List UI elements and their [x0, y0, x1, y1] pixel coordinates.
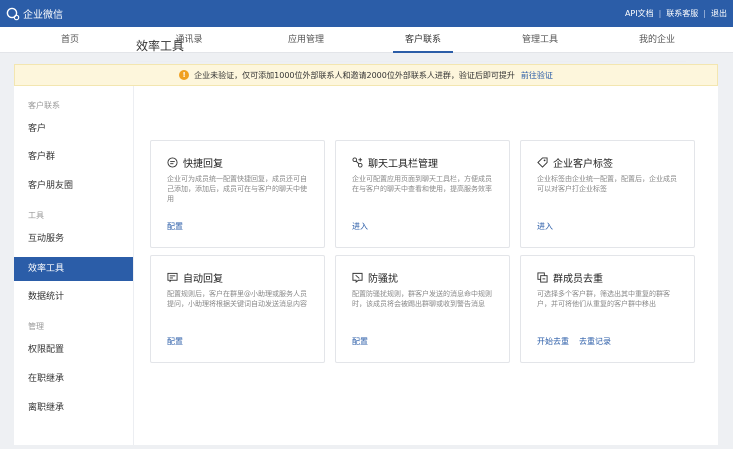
enter-link[interactable]: 进入	[352, 221, 368, 232]
warning-icon: !	[179, 70, 190, 80]
dedup-history-link[interactable]: 去重记录	[579, 336, 611, 347]
auto-reply-icon	[167, 272, 178, 283]
contact-support-link[interactable]: 联系客服	[666, 8, 698, 19]
card-description: 企业可配置应用页面到聊天工具栏，方便成员在与客户的聊天中查看和使用，提高服务效率	[352, 175, 492, 193]
anti-harass-icon	[352, 272, 363, 283]
card-quick-reply: 快捷回复 企业可为成员统一配置快捷回复，成员还可自己添加，添加后，成员可在与客户…	[150, 140, 325, 248]
card-title: 企业客户标签	[553, 159, 613, 170]
card-anti-harassment: 防骚扰 配置防骚扰规则，群客户发送的消息命中规则时，该成员将会被踢出群聊或收到警…	[335, 255, 510, 363]
card-title: 自动回复	[183, 274, 223, 285]
configure-link[interactable]: 配置	[167, 336, 183, 347]
quick-reply-icon	[167, 157, 178, 168]
card-chat-toolbar: 聊天工具栏管理 企业可配置应用页面到聊天工具栏，方便成员在与客户的聊天中查看和使…	[335, 140, 510, 248]
card-description: 可选择多个客户群，筛选出其中重复的群客户，并可将他们从重复的客户群中移出	[537, 290, 670, 308]
card-title: 防骚扰	[368, 274, 398, 285]
logout-link[interactable]: 退出	[711, 8, 727, 19]
nav-customer-contact[interactable]: 客户联系	[378, 27, 468, 53]
wework-logo-icon	[6, 7, 20, 21]
app-title: 企业微信	[23, 10, 63, 21]
verification-notice: ! 企业未验证，仅可添加1000位外部联系人和邀请2000位外部联系人进群，验证…	[14, 64, 718, 86]
nav-app-management[interactable]: 应用管理	[261, 27, 351, 53]
sidebar-group-title: 客户联系	[28, 101, 60, 110]
start-dedup-link[interactable]: 开始去重	[537, 336, 569, 347]
sidebar-item-interactive-service[interactable]: 互动服务	[14, 227, 133, 251]
top-bar: 企业微信 API文档 | 联系客服 | 退出	[0, 0, 733, 27]
enter-link[interactable]: 进入	[537, 221, 553, 232]
card-description: 企业可为成员统一配置快捷回复，成员还可自己添加，添加后，成员可在与客户的聊天中使…	[167, 175, 307, 203]
dedup-icon	[537, 272, 548, 283]
configure-link[interactable]: 配置	[167, 221, 183, 232]
sidebar-item-customer-groups[interactable]: 客户群	[14, 145, 133, 169]
page-title: 效率工具	[136, 39, 185, 53]
card-title: 快捷回复	[183, 159, 223, 170]
card-description: 企业标签由企业统一配置，配置后，企业成员可以对客户打企业标签	[537, 175, 677, 193]
notice-text: 企业未验证，仅可添加1000位外部联系人和邀请2000位外部联系人进群，验证后即…	[194, 70, 515, 80]
card-description: 配置规则后，客户在群里@小助理或服务人员提问，小助理将根据关键词自动发送消息内容	[167, 290, 307, 308]
card-title: 群成员去重	[553, 274, 603, 285]
divider: |	[703, 9, 706, 18]
configure-link[interactable]: 配置	[352, 336, 368, 347]
card-description: 配置防骚扰规则，群客户发送的消息命中规则时，该成员将会被踢出群聊或收到警告消息	[352, 290, 492, 308]
card-group-dedup: 群成员去重 可选择多个客户群，筛选出其中重复的群客户，并可将他们从重复的客户群中…	[520, 255, 695, 363]
sidebar-group-title: 管理	[28, 322, 44, 331]
sidebar-group-title: 工具	[28, 211, 44, 220]
go-verify-link[interactable]: 前往验证	[521, 70, 553, 81]
sidebar-item-permissions[interactable]: 权限配置	[14, 338, 133, 362]
sidebar-item-active-inheritance[interactable]: 在职继承	[14, 367, 133, 391]
sidebar-item-customers[interactable]: 客户	[14, 117, 133, 141]
divider: |	[658, 9, 662, 18]
sidebar-item-data-stats[interactable]: 数据统计	[14, 285, 133, 309]
nav-management-tools[interactable]: 管理工具	[495, 27, 585, 53]
api-docs-link[interactable]: API文档	[625, 8, 654, 19]
card-customer-tags: 企业客户标签 企业标签由企业统一配置，配置后，企业成员可以对客户打企业标签 进入	[520, 140, 695, 248]
sidebar-item-customer-moments[interactable]: 客户朋友圈	[14, 174, 133, 198]
main-nav: 首页 通讯录 应用管理 客户联系 管理工具 我的企业	[0, 27, 733, 53]
sidebar-item-departed-inheritance[interactable]: 离职继承	[14, 396, 133, 420]
card-auto-reply: 自动回复 配置规则后，客户在群里@小助理或服务人员提问，小助理将根据关键词自动发…	[150, 255, 325, 363]
sidebar: 客户联系 客户 客户群 客户朋友圈 工具 互动服务 效率工具 数据统计 管理 权…	[14, 86, 134, 445]
chat-toolbar-icon	[352, 157, 363, 168]
nav-home[interactable]: 首页	[25, 27, 115, 53]
title-divider	[136, 61, 686, 62]
top-links: API文档 | 联系客服 | 退出	[625, 8, 727, 19]
tag-icon	[537, 157, 548, 168]
nav-my-company[interactable]: 我的企业	[612, 27, 702, 53]
sidebar-item-efficiency-tools[interactable]: 效率工具	[14, 257, 133, 281]
app-logo[interactable]: 企业微信	[6, 6, 63, 21]
card-title: 聊天工具栏管理	[368, 159, 438, 170]
